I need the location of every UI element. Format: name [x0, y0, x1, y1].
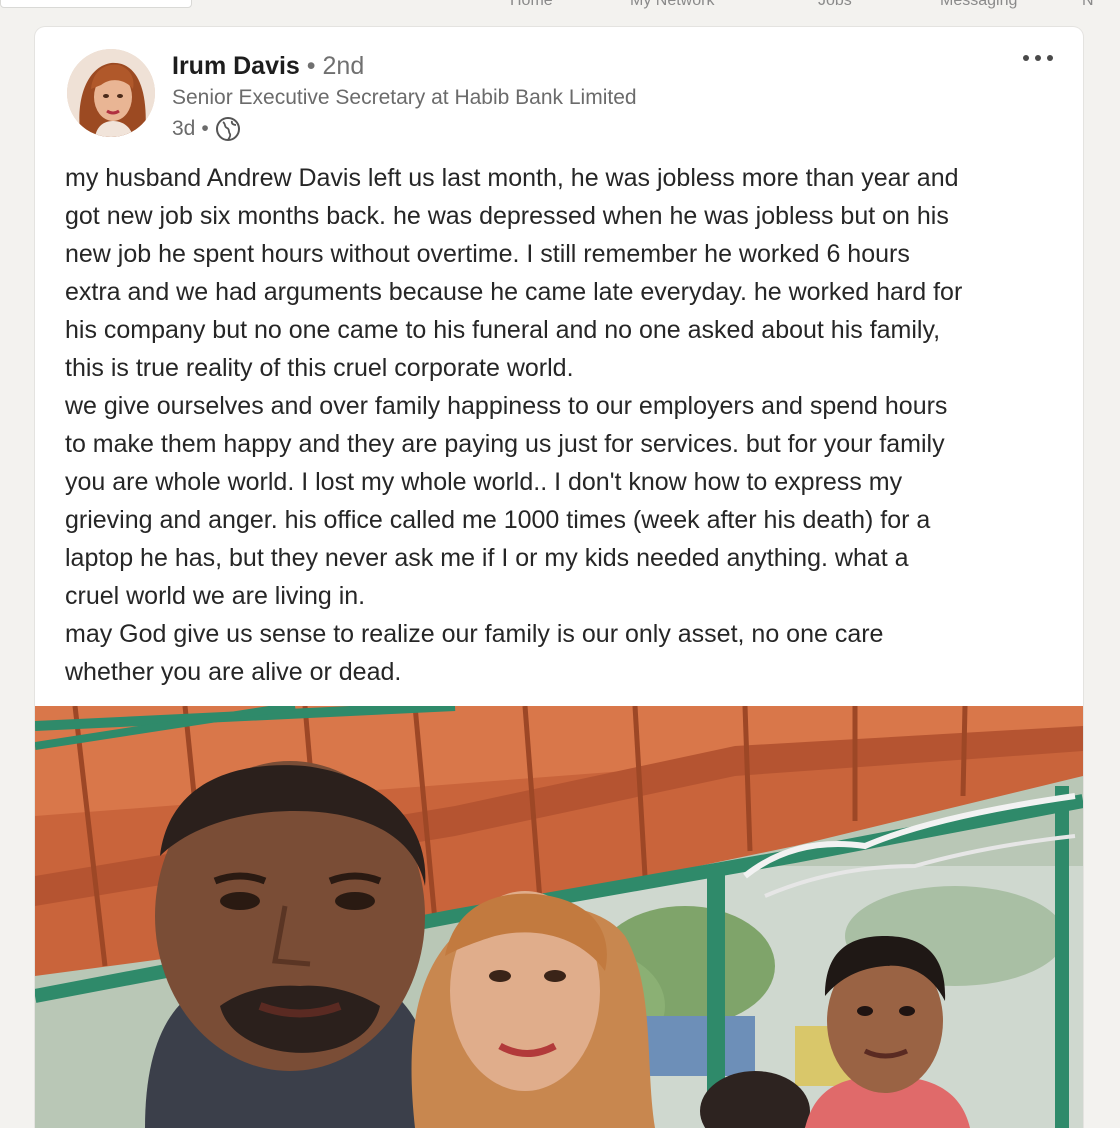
post-text-line: extra and we had arguments because he ca… [65, 278, 963, 306]
post-text-line: his company but no one came to his funer… [65, 316, 941, 344]
search-input[interactable] [0, 0, 192, 8]
more-horizontal-icon[interactable] [1023, 55, 1053, 61]
author-name-line: Irum Davis • 2nd [172, 52, 364, 81]
author-avatar-image [67, 49, 155, 137]
author-avatar[interactable] [67, 49, 155, 137]
post-text-line: you are whole world. I lost my whole wor… [65, 468, 903, 496]
post-text-line: cruel world we are living in. [65, 582, 366, 610]
nav-item-jobs[interactable]: Jobs [818, 0, 852, 10]
nav-item-home[interactable]: Home [510, 0, 553, 10]
connection-degree: 2nd [322, 52, 365, 80]
post-text-line: we give ourselves and over family happin… [65, 392, 948, 420]
post-text-line: got new job six months back. he was depr… [65, 202, 949, 230]
more-dot [1047, 55, 1053, 61]
globe-icon [215, 116, 241, 142]
post-time: 3d [172, 117, 196, 140]
post-text-line: whether you are alive or dead. [65, 658, 402, 686]
post-text-line: grieving and anger. his office called me… [65, 506, 931, 534]
more-dot [1035, 55, 1041, 61]
visibility-separator: • [201, 117, 209, 140]
author-headline: Senior Executive Secretary at Habib Bank… [172, 86, 637, 109]
nav-item-messaging[interactable]: Messaging [940, 0, 1017, 10]
post-text-line: new job he spent hours without overtime.… [65, 240, 910, 268]
post-text-line: to make them happy and they are paying u… [65, 430, 945, 458]
degree-separator: • [306, 52, 316, 80]
post-text-line: laptop he has, but they never ask me if … [65, 544, 909, 572]
post-text-line: may God give us sense to realize our fam… [65, 620, 884, 648]
nav-item-my-network[interactable]: My Network [630, 0, 714, 10]
post-body-text: my husband Andrew Davis left us last mon… [65, 159, 1065, 691]
more-dot [1023, 55, 1029, 61]
post-image[interactable] [35, 706, 1083, 1128]
feed-post-card: Irum Davis • 2nd Senior Executive Secret… [35, 27, 1083, 1128]
family-selfie-photo [35, 706, 1083, 1128]
post-meta: 3d • [172, 116, 241, 142]
post-text-line: this is true reality of this cruel corpo… [65, 354, 574, 382]
author-name[interactable]: Irum Davis [172, 52, 300, 80]
nav-item-notifications[interactable]: N [1082, 0, 1094, 10]
top-navigation-bar: Home My Network Jobs Messaging N [0, 0, 1120, 22]
post-text-line: my husband Andrew Davis left us last mon… [65, 164, 959, 192]
